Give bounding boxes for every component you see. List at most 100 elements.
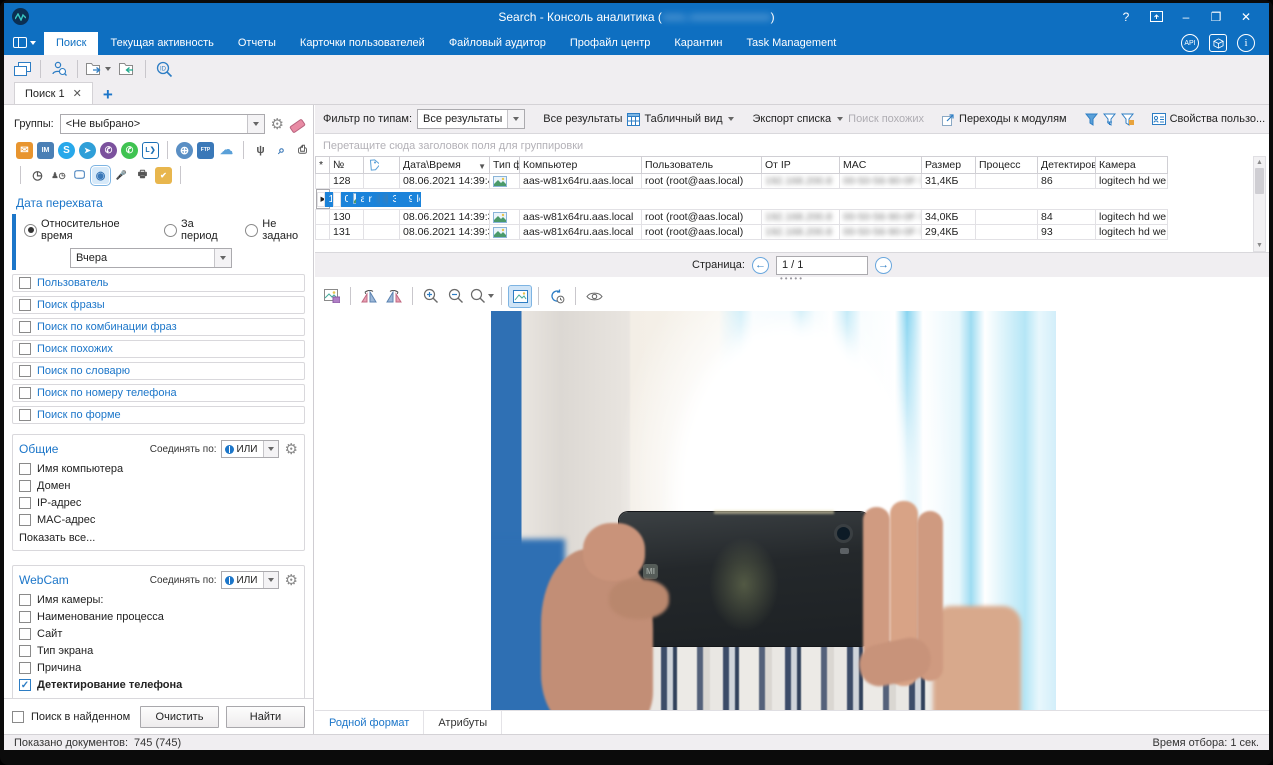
ribbon-tab-1[interactable]: Поиск — [44, 32, 98, 55]
common-item-3[interactable]: IP-адрес — [19, 497, 298, 509]
viber-icon[interactable]: ✆ — [100, 142, 117, 159]
usb-icon[interactable]: ψ — [252, 142, 269, 159]
common-item-2[interactable]: Домен — [19, 480, 298, 492]
help-button[interactable]: ? — [1113, 7, 1139, 27]
scroll-up-icon[interactable]: ▲ — [1256, 157, 1263, 168]
column-header-*[interactable]: * — [316, 157, 330, 174]
fit-to-window-button[interactable] — [509, 286, 531, 307]
clear-button[interactable]: Очистить — [140, 706, 219, 728]
all-results-button[interactable]: Все результаты — [543, 113, 622, 125]
search-criteria-box-7[interactable]: Поиск по форме — [12, 406, 305, 424]
search-criteria-box-5[interactable]: Поиск по словарю — [12, 362, 305, 380]
column-header-MAC[interactable]: MAC — [840, 157, 922, 174]
search-criteria-box-2[interactable]: Поиск фразы — [12, 296, 305, 314]
column-header-№[interactable]: № — [330, 157, 364, 174]
column-header-От IP[interactable]: От IP — [762, 157, 840, 174]
user-properties-button[interactable]: Свойства пользо... — [1152, 113, 1266, 125]
close-tab-icon[interactable]: ✕ — [73, 87, 82, 100]
webcam-icon-active[interactable]: ◉ — [92, 167, 109, 184]
ribbon-tab-3[interactable]: Отчеты — [226, 32, 288, 55]
export-search-icon[interactable] — [84, 58, 113, 80]
viewer-tab-1[interactable]: Родной формат — [315, 711, 424, 734]
ribbon-tab-5[interactable]: Файловый аудитор — [437, 32, 558, 55]
device-search-icon[interactable]: ⌕ — [273, 142, 290, 159]
search-in-found-checkbox[interactable] — [12, 711, 24, 723]
relative-date-select[interactable]: Вчера — [70, 248, 232, 268]
zoom-in-icon[interactable] — [420, 286, 442, 307]
clear-groups-eraser-icon[interactable] — [289, 118, 306, 133]
cloud-icon[interactable]: ☁ — [218, 142, 235, 159]
cash-icon[interactable]: 🖶 — [134, 167, 151, 184]
show-all-link[interactable]: Показать все... — [19, 532, 298, 544]
filter-clear-icon[interactable] — [1103, 113, 1116, 126]
import-search-icon[interactable] — [115, 58, 139, 80]
http-icon[interactable]: ⊕ — [176, 142, 193, 159]
telegram-icon[interactable]: ➤ — [79, 142, 96, 159]
result-row-129[interactable]: ▸12908.06.2021 14:39:38aas-w81x64ru.aas.… — [316, 189, 330, 209]
folder-icon[interactable]: ✔ — [155, 167, 172, 184]
search-criteria-box-1[interactable]: Пользователь — [12, 274, 305, 292]
column-header-Компьютер[interactable]: Компьютер — [520, 157, 642, 174]
info-icon[interactable]: i — [1237, 34, 1255, 52]
webcam-item-1[interactable]: Имя камеры: — [19, 594, 298, 606]
ribbon-tab-7[interactable]: Карантин — [662, 32, 734, 55]
column-header-Размер[interactable]: Размер — [922, 157, 976, 174]
package-icon[interactable] — [1209, 34, 1227, 52]
grid-vertical-scrollbar[interactable]: ▲ ▼ — [1253, 156, 1266, 252]
scroll-down-icon[interactable]: ▼ — [1256, 240, 1263, 251]
export-list-button[interactable]: Экспорт списка — [752, 113, 843, 125]
date-mode-radio-2[interactable]: За период — [164, 218, 231, 242]
go-to-modules-button[interactable]: Переходы к модулям — [942, 113, 1067, 126]
cascade-windows-icon[interactable] — [10, 58, 34, 80]
phone-detection-checkbox[interactable]: ✓ Детектирование телефона — [19, 679, 298, 691]
monitor-icon[interactable]: 🖵 — [71, 167, 88, 184]
column-header-Процесс[interactable]: Процесс — [976, 157, 1038, 174]
ftp-icon[interactable]: FTP — [197, 142, 214, 159]
common-item-1[interactable]: Имя компьютера — [19, 463, 298, 475]
ribbon-tab-4[interactable]: Карточки пользователей — [288, 32, 437, 55]
webcam-item-5[interactable]: Причина — [19, 662, 298, 674]
common-item-4[interactable]: MAC-адрес — [19, 514, 298, 526]
mic-icon[interactable]: 🎤 — [113, 167, 130, 184]
scrollbar-thumb[interactable] — [1255, 168, 1264, 194]
result-row-130[interactable]: 13008.06.2021 14:39:36aas-w81x64ru.aas.l… — [316, 210, 1168, 225]
previous-page-button[interactable]: ← — [752, 257, 769, 274]
printer-icon[interactable]: ⎙ — [294, 142, 311, 159]
date-mode-radio-3[interactable]: Не задано — [245, 218, 313, 242]
result-row-131[interactable]: 13108.06.2021 14:39:33aas-w81x64ru.aas.l… — [316, 225, 1168, 240]
table-view-button[interactable]: Табличный вид — [627, 113, 734, 126]
im-icon[interactable]: IM — [37, 142, 54, 159]
search-by-id-icon[interactable]: ID — [152, 58, 176, 80]
ribbon-tab-6[interactable]: Профайл центр — [558, 32, 662, 55]
column-header-Камера[interactable]: Камера — [1096, 157, 1168, 174]
rotate-right-icon[interactable] — [383, 286, 405, 307]
close-button[interactable]: ✕ — [1233, 7, 1259, 27]
splitter-handle[interactable]: ••••• — [315, 276, 1269, 282]
groups-settings-gear-icon[interactable]: ⚙ — [271, 117, 284, 132]
column-header-Пользователь[interactable]: Пользователь — [642, 157, 762, 174]
webcam-join-select[interactable]: ИЛИ — [221, 571, 279, 589]
search-criteria-box-6[interactable]: Поиск по номеру телефона — [12, 384, 305, 402]
refresh-view-icon[interactable] — [546, 286, 568, 307]
zoom-level-dropdown[interactable] — [470, 286, 494, 307]
ribbon-collapse-button[interactable] — [1143, 7, 1169, 27]
lync-icon[interactable]: L❯ — [142, 142, 159, 159]
search-criteria-box-4[interactable]: Поиск похожих — [12, 340, 305, 358]
restore-button[interactable]: ❐ — [1203, 7, 1229, 27]
filter-type-select[interactable]: Все результаты — [417, 109, 525, 129]
filter-add-icon[interactable] — [1121, 113, 1134, 126]
save-image-icon[interactable] — [321, 286, 343, 307]
date-mode-radio-1[interactable]: Относительное время — [24, 218, 150, 242]
add-tab-button[interactable]: + — [103, 86, 113, 104]
mail-icon[interactable]: ✉ — [16, 142, 33, 159]
column-header-Тип фа[interactable]: Тип фа — [490, 157, 520, 174]
webcam-item-2[interactable]: Наименование процесса — [19, 611, 298, 623]
page-number-input[interactable]: 1 / 1 — [776, 256, 868, 275]
ribbon-tab-8[interactable]: Task Management — [734, 32, 848, 55]
search-tab[interactable]: Поиск 1 ✕ — [14, 82, 93, 104]
clock-icon[interactable]: ◷ — [29, 167, 46, 184]
application-menu-button[interactable] — [4, 30, 44, 55]
next-page-button[interactable]: → — [875, 257, 892, 274]
viewer-tab-2[interactable]: Атрибуты — [424, 711, 502, 734]
skype-icon[interactable]: S — [58, 142, 75, 159]
